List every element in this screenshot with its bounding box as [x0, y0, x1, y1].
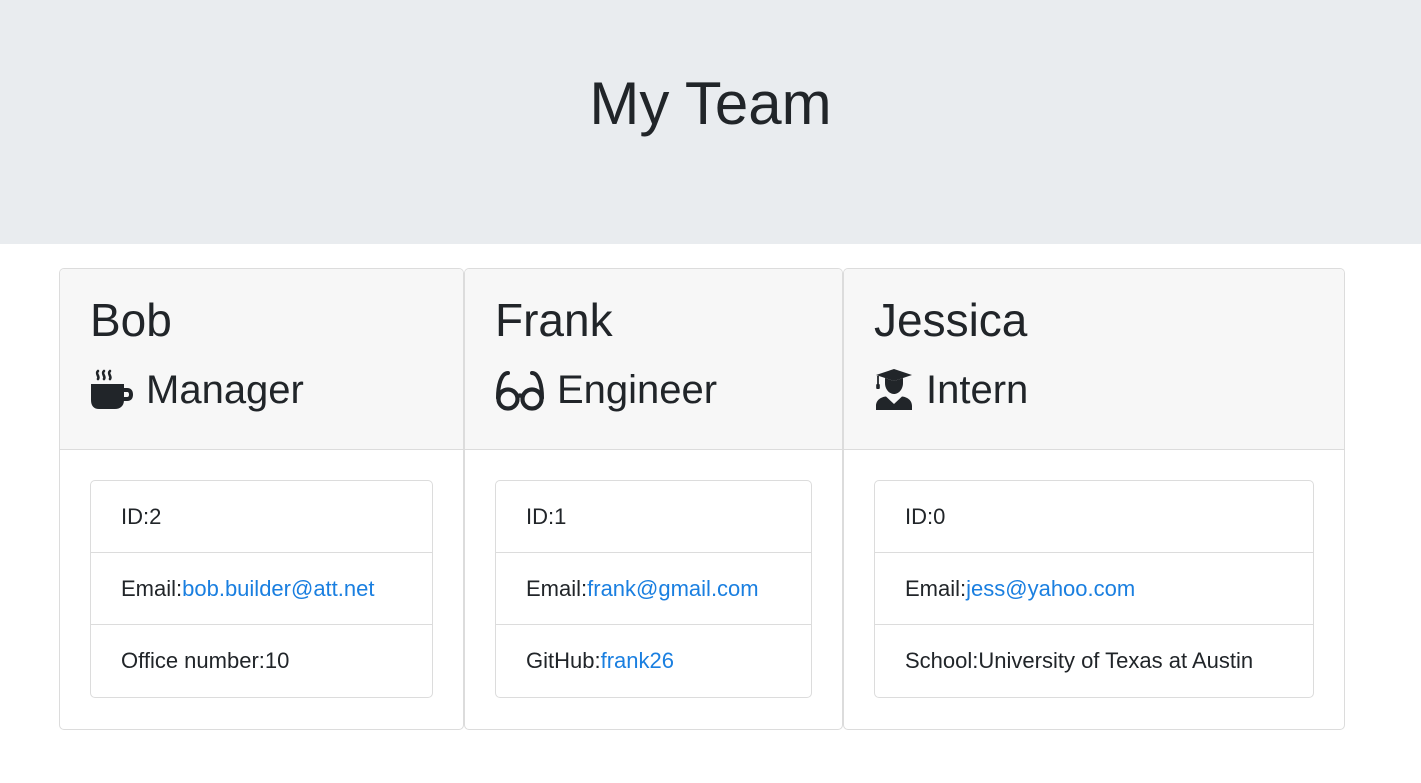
employee-name: Frank: [495, 294, 613, 346]
employee-card-manager: Bob Manager ID: 2 Email: bob.builder@att…: [59, 268, 464, 730]
employee-role: Intern: [874, 365, 1028, 415]
list-item-email: Email: frank@gmail.com: [496, 553, 811, 625]
id-value: 0: [933, 503, 946, 529]
employee-details-list: ID: 0 Email: jess@yahoo.com School: Univ…: [874, 480, 1314, 698]
email-link[interactable]: bob.builder@att.net: [182, 576, 374, 602]
graduate-icon: [874, 368, 914, 412]
role-label: Intern: [926, 368, 1029, 412]
id-label: ID:: [526, 503, 555, 529]
id-value: 1: [554, 503, 567, 529]
list-item-office-number: Office number: 10: [91, 625, 432, 697]
list-item-id: ID: 2: [91, 481, 432, 553]
id-value: 2: [149, 503, 162, 529]
card-header: Jessica Intern: [844, 269, 1344, 450]
email-label: Email:: [905, 575, 967, 601]
id-label: ID:: [905, 503, 934, 529]
employee-details-list: ID: 1 Email: frank@gmail.com GitHub: fra…: [495, 480, 812, 698]
page-title: My Team: [589, 70, 832, 137]
role-label: Manager: [146, 368, 304, 412]
email-link[interactable]: jess@yahoo.com: [966, 576, 1135, 602]
employee-details-list: ID: 2 Email: bob.builder@att.net Office …: [90, 480, 433, 698]
employee-name: Jessica: [874, 294, 1028, 346]
list-item-email: Email: bob.builder@att.net: [91, 553, 432, 625]
school-label: School:: [905, 648, 979, 673]
office-number-value: 10: [264, 648, 290, 673]
employee-card-intern: Jessica Intern ID: 0 Email: jess@yahoo.c…: [843, 268, 1345, 730]
github-label: GitHub:: [526, 648, 601, 673]
school-value: University of Texas at Austin: [978, 648, 1254, 673]
email-label: Email:: [121, 575, 183, 601]
role-label: Engineer: [557, 368, 718, 412]
employee-name: Bob: [90, 294, 172, 346]
office-number-label: Office number:: [121, 648, 265, 673]
github-link[interactable]: frank26: [601, 648, 674, 674]
employee-role: Engineer: [495, 365, 717, 415]
coffee-icon: [90, 368, 134, 412]
card-header: Bob Manager: [60, 269, 463, 450]
list-item-email: Email: jess@yahoo.com: [875, 553, 1313, 625]
email-link[interactable]: frank@gmail.com: [587, 576, 759, 602]
id-label: ID:: [121, 503, 150, 529]
page-header: My Team: [0, 0, 1421, 244]
email-label: Email:: [526, 575, 588, 601]
list-item-id: ID: 0: [875, 481, 1313, 553]
employee-role: Manager: [90, 365, 304, 415]
card-header: Frank Engineer: [465, 269, 842, 450]
list-item-school: School: University of Texas at Austin: [875, 625, 1313, 697]
list-item-id: ID: 1: [496, 481, 811, 553]
employee-card-engineer: Frank Engineer ID: 1 Email: frank@gmail.…: [464, 268, 843, 730]
glasses-icon: [495, 368, 545, 412]
list-item-github: GitHub: frank26: [496, 625, 811, 697]
